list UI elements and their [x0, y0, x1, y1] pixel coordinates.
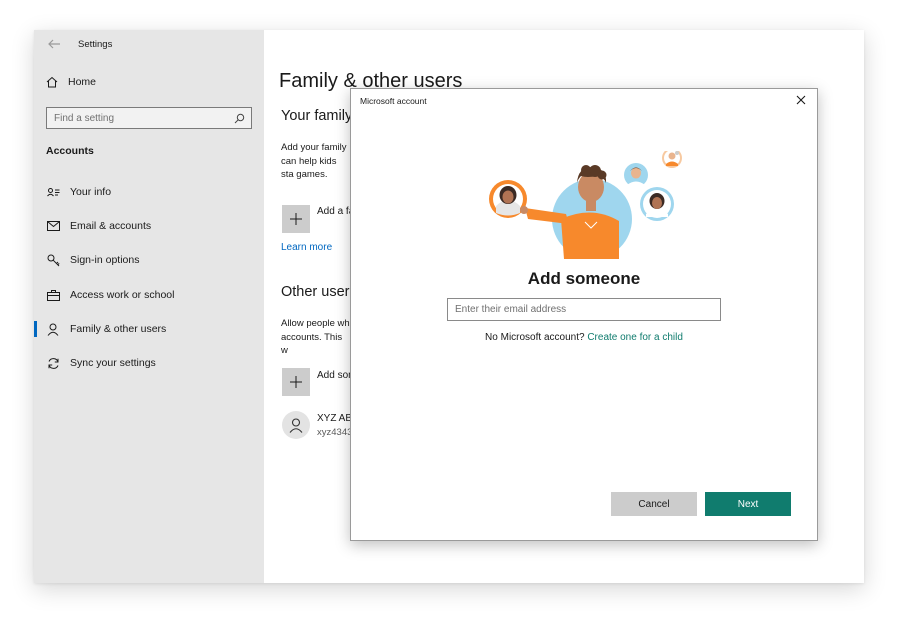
app-title: Settings [78, 38, 113, 50]
add-other-user-button[interactable] [282, 368, 310, 396]
home-icon [46, 76, 58, 88]
add-family-member-button[interactable] [282, 205, 310, 233]
elder-avatar [662, 151, 682, 168]
sidebar-item-email-accounts[interactable]: Email & accounts [34, 215, 264, 237]
back-arrow-icon[interactable] [46, 37, 62, 51]
sidebar-item-label: Your info [70, 186, 112, 198]
family-description: Add your family can help kids sta games. [281, 142, 347, 180]
family-heading: Your family [281, 108, 353, 124]
sidebar-item-label: Sign-in options [70, 254, 140, 266]
sidebar: Settings Home Find a setting Accounts Yo… [34, 30, 264, 583]
search-icon[interactable] [234, 113, 245, 124]
search-input[interactable]: Find a setting [46, 107, 252, 129]
person-icon [46, 322, 60, 336]
sidebar-item-label: Family & other users [70, 323, 167, 335]
add-other-user-label[interactable]: Add som [317, 370, 351, 381]
mail-icon [46, 219, 60, 233]
sidebar-item-access-work[interactable]: Access work or school [34, 284, 264, 306]
other-users-heading: Other users [281, 284, 357, 300]
dialog-title: Microsoft account [360, 96, 427, 106]
sidebar-item-your-info[interactable]: Your info [34, 181, 264, 203]
close-icon[interactable] [795, 94, 807, 106]
avatar[interactable] [282, 411, 310, 439]
woman-avatar-right [640, 187, 674, 221]
title-bar: Settings [46, 36, 112, 52]
boy-avatar [624, 163, 648, 187]
learn-more-link[interactable]: Learn more [281, 242, 332, 253]
section-label-accounts: Accounts [46, 145, 94, 157]
user-email: xyz4343 [317, 427, 351, 438]
plus-icon [290, 376, 302, 388]
key-icon [46, 253, 60, 267]
other-users-description: Allow people wh accounts. This w [281, 318, 350, 356]
person-icon [289, 417, 303, 433]
add-someone-illustration [489, 151, 682, 259]
user-name: XYZ ABC [317, 413, 351, 424]
plus-icon [290, 213, 302, 225]
add-family-member-label[interactable]: Add a fa [317, 206, 351, 217]
home-nav-item[interactable]: Home [46, 76, 96, 88]
sidebar-item-label: Access work or school [70, 289, 175, 301]
no-account-text: No Microsoft account? [485, 332, 585, 343]
search-placeholder: Find a setting [54, 112, 115, 124]
create-child-account-link[interactable]: Create one for a child [587, 332, 683, 343]
home-label: Home [68, 76, 97, 88]
microsoft-account-dialog: Microsoft account Add someone Enter thei… [350, 88, 818, 541]
sidebar-item-sync-settings[interactable]: Sync your settings [34, 352, 264, 374]
dialog-heading: Add someone [527, 269, 641, 288]
no-account-row: No Microsoft account? Create one for a c… [351, 332, 817, 343]
sidebar-item-label: Email & accounts [70, 220, 152, 232]
sidebar-item-label: Sync your settings [70, 357, 156, 369]
email-field[interactable] [447, 298, 721, 321]
cancel-button[interactable]: Cancel [611, 492, 697, 516]
sidebar-item-sign-in-options[interactable]: Sign-in options [34, 249, 264, 271]
sidebar-item-family-other-users[interactable]: Family & other users [34, 318, 264, 340]
contact-card-icon [46, 185, 60, 199]
sync-icon [46, 356, 60, 370]
briefcase-icon [46, 288, 60, 302]
next-button[interactable]: Next [705, 492, 791, 516]
